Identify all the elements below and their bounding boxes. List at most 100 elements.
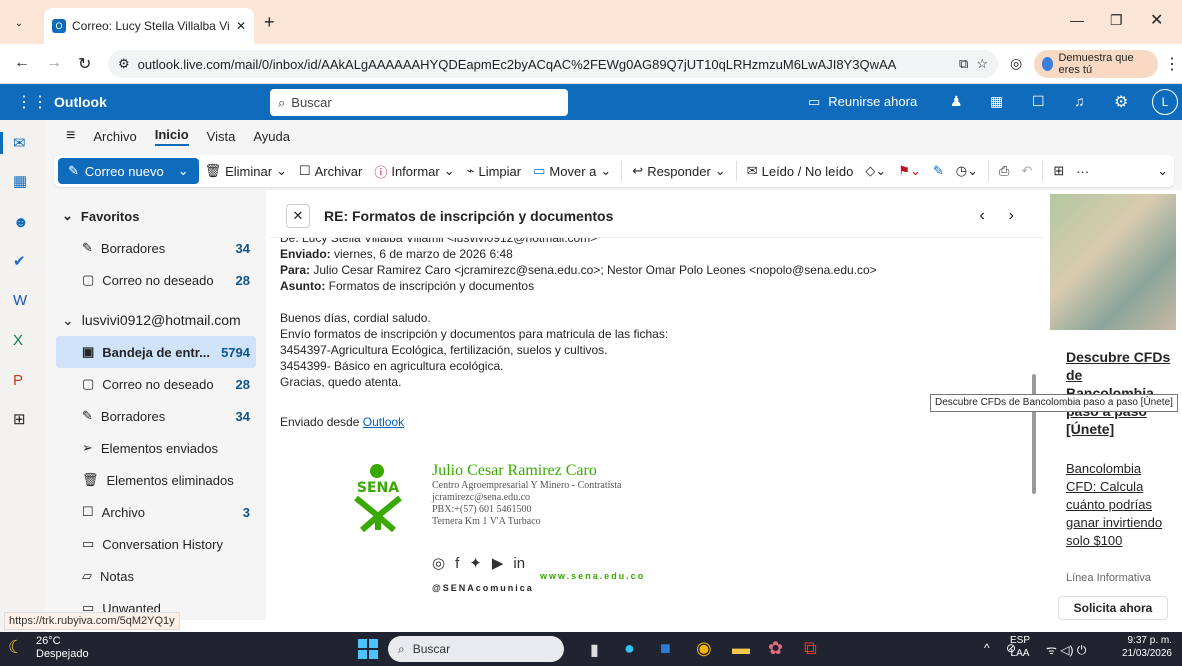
linkedin-icon[interactable]: in — [513, 556, 525, 572]
ad-headline[interactable]: Descubre CFDs de Bancolombia paso a paso… — [1066, 348, 1174, 438]
sweep-button[interactable]: ⌁ Limpiar — [461, 163, 527, 179]
chrome-icon[interactable]: ◉ — [696, 638, 712, 659]
folder-junk[interactable]: ▢ Correo no deseado 28 — [56, 368, 256, 400]
extensions-icon[interactable]: ◎ — [1010, 55, 1022, 72]
url-field[interactable]: ⚙ outlook.live.com/mail/0/inbox/id/AAkAL… — [108, 50, 998, 78]
clock[interactable]: 9:37 p. m. 21/03/2026 — [1112, 634, 1172, 660]
network-volume-icon[interactable]: ᯤ ◁) ⏻ — [1046, 641, 1086, 658]
word-icon[interactable]: W — [13, 292, 27, 309]
print-icon[interactable]: ⎙ — [993, 163, 1015, 179]
minimize-icon[interactable]: — — [1070, 12, 1084, 28]
folder-drafts[interactable]: ✎ Borradores 34 — [56, 400, 256, 432]
tab-ayuda[interactable]: Ayuda — [253, 129, 290, 144]
move-button[interactable]: ▭ Mover a ⌄ — [527, 163, 617, 179]
powerpoint-icon[interactable]: P — [13, 372, 23, 389]
search-input[interactable]: ⌕ Buscar — [270, 89, 568, 116]
people-icon[interactable]: ☻ — [13, 214, 29, 231]
weather-icon[interactable]: ☾ — [8, 637, 24, 658]
app-launcher-icon[interactable]: ⋮⋮ — [16, 92, 48, 112]
ad-cta-button[interactable]: Solicita ahora — [1058, 596, 1168, 620]
chevron-down-icon[interactable]: ⌄ — [178, 163, 189, 179]
facebook-icon[interactable]: f — [455, 556, 459, 572]
apps-grid-icon[interactable]: ⊞ — [1047, 163, 1070, 179]
tab-close-icon[interactable]: ✕ — [236, 19, 246, 33]
tag-icon[interactable]: ◇⌄ — [859, 163, 892, 179]
edge-icon[interactable]: ● — [624, 638, 635, 659]
copilot-icon[interactable]: ✿ — [768, 638, 783, 659]
flag-icon[interactable]: ⚑⌄ — [892, 163, 927, 179]
favorite-junk[interactable]: ▢ Correo no deseado 28 — [56, 264, 256, 296]
close-window-icon[interactable]: ✕ — [1150, 10, 1163, 30]
settings-gear-icon[interactable]: ⚙ — [1114, 92, 1128, 112]
app-name[interactable]: Outlook — [54, 94, 107, 110]
read-unread-button[interactable]: ✉ Leído / No leído — [741, 163, 860, 179]
tab-archivo[interactable]: Archivo — [93, 129, 136, 144]
reader-scrollbar[interactable] — [1030, 244, 1038, 620]
weather-widget[interactable]: 26°C Despejado — [36, 635, 89, 661]
snooze-icon[interactable]: ◷⌄ — [950, 163, 984, 179]
favorites-header[interactable]: ⌄ Favoritos — [56, 200, 256, 232]
outlook-link[interactable]: Outlook — [363, 415, 404, 429]
forward-icon[interactable]: → — [46, 54, 62, 72]
restore-icon[interactable]: ❐ — [1110, 12, 1123, 29]
feedback-icon[interactable]: ☐ — [1032, 93, 1045, 110]
bell-icon[interactable]: ♫ — [1074, 93, 1085, 109]
mail-icon[interactable]: ✉ — [13, 134, 26, 152]
ad-body[interactable]: Bancolombia CFD: Calcula cuánto podrías … — [1066, 460, 1174, 550]
file-explorer-icon[interactable]: ▬ — [732, 638, 750, 659]
pin-icon[interactable]: ✎ — [927, 163, 950, 179]
more-apps-icon[interactable]: ⊞ — [13, 410, 26, 428]
calendar-icon[interactable]: ▦ — [13, 172, 27, 190]
back-icon[interactable]: ← — [14, 54, 30, 72]
hamburger-icon[interactable]: ≡ — [66, 127, 75, 145]
folder-notes[interactable]: ▱ Notas — [56, 560, 256, 592]
more-options-button[interactable]: ··· — [1070, 164, 1095, 179]
tab-inicio[interactable]: Inicio — [154, 127, 189, 146]
undo-icon[interactable]: ↶ — [1015, 163, 1038, 179]
delete-button[interactable]: 🗑 Eliminar ⌄ — [199, 163, 293, 179]
twitter-icon[interactable]: ✦ — [469, 556, 482, 572]
folder-conversation-history[interactable]: ▭ Conversation History — [56, 528, 256, 560]
todo-icon[interactable]: ✔ — [13, 252, 26, 270]
open-app-icon[interactable]: ⧉ — [959, 56, 968, 72]
account-header[interactable]: ⌄ lusvivi0912@hotmail.com — [56, 304, 256, 336]
tab-list-icon[interactable]: ⌄ — [10, 14, 28, 32]
folder-inbox[interactable]: ▣ Bandeja de entr... 5794 — [56, 336, 256, 368]
ad-image[interactable] — [1050, 194, 1176, 330]
language-indicator[interactable]: ESP LAA — [1010, 634, 1030, 660]
expand-ribbon-icon[interactable]: ⌄ — [1151, 163, 1174, 179]
acrobat-icon[interactable]: ⧉ — [804, 638, 817, 659]
new-mail-label: Correo nuevo — [84, 163, 164, 179]
folder-sent[interactable]: ➢ Elementos enviados — [56, 432, 256, 464]
bookmark-star-icon[interactable]: ☆ — [976, 56, 988, 72]
avatar[interactable]: L — [1152, 89, 1178, 115]
windows-start-icon[interactable] — [358, 639, 378, 659]
youtube-icon[interactable]: ▶ — [492, 556, 504, 572]
word-taskbar-icon[interactable]: ■ — [660, 638, 671, 659]
meet-now-button[interactable]: ▭ Reunirse ahora — [808, 94, 917, 110]
reload-icon[interactable]: ↻ — [78, 54, 91, 74]
archive-button[interactable]: ☐ Archivar — [293, 163, 368, 179]
prev-message-icon[interactable]: ‹ — [979, 207, 984, 225]
close-message-icon[interactable]: ✕ — [286, 203, 310, 228]
office-icon[interactable]: ▦ — [990, 93, 1003, 110]
report-button[interactable]: ⓘ Informar ⌄ — [368, 162, 460, 181]
task-view-icon[interactable]: ▮ — [590, 640, 599, 660]
favorite-drafts[interactable]: ✎ Borradores 34 — [56, 232, 256, 264]
folder-archive[interactable]: ☐ Archivo 3 — [56, 496, 256, 528]
new-mail-button[interactable]: ✎ Correo nuevo ⌄ — [58, 158, 199, 184]
tray-expand-icon[interactable]: ^ — [984, 641, 990, 655]
excel-icon[interactable]: X — [13, 332, 23, 349]
folder-deleted[interactable]: 🗑 Elementos eliminados — [56, 464, 256, 496]
tab-vista[interactable]: Vista — [207, 129, 236, 144]
new-tab-icon[interactable]: + — [264, 12, 275, 33]
browser-menu-icon[interactable]: ⋮ — [1164, 54, 1180, 74]
site-info-icon[interactable]: ⚙ — [118, 56, 130, 72]
teams-icon[interactable]: ♟ — [950, 93, 963, 110]
profile-chip[interactable]: Demuestra que eres tú — [1034, 50, 1158, 78]
browser-tab[interactable]: O Correo: Lucy Stella Villalba Villa ✕ — [44, 8, 254, 44]
next-message-icon[interactable]: › — [1009, 207, 1014, 225]
taskbar-search[interactable]: ⌕ Buscar — [388, 636, 564, 662]
instagram-icon[interactable]: ◎ — [432, 556, 445, 572]
reply-button[interactable]: ↩ Responder ⌄ — [626, 163, 731, 179]
